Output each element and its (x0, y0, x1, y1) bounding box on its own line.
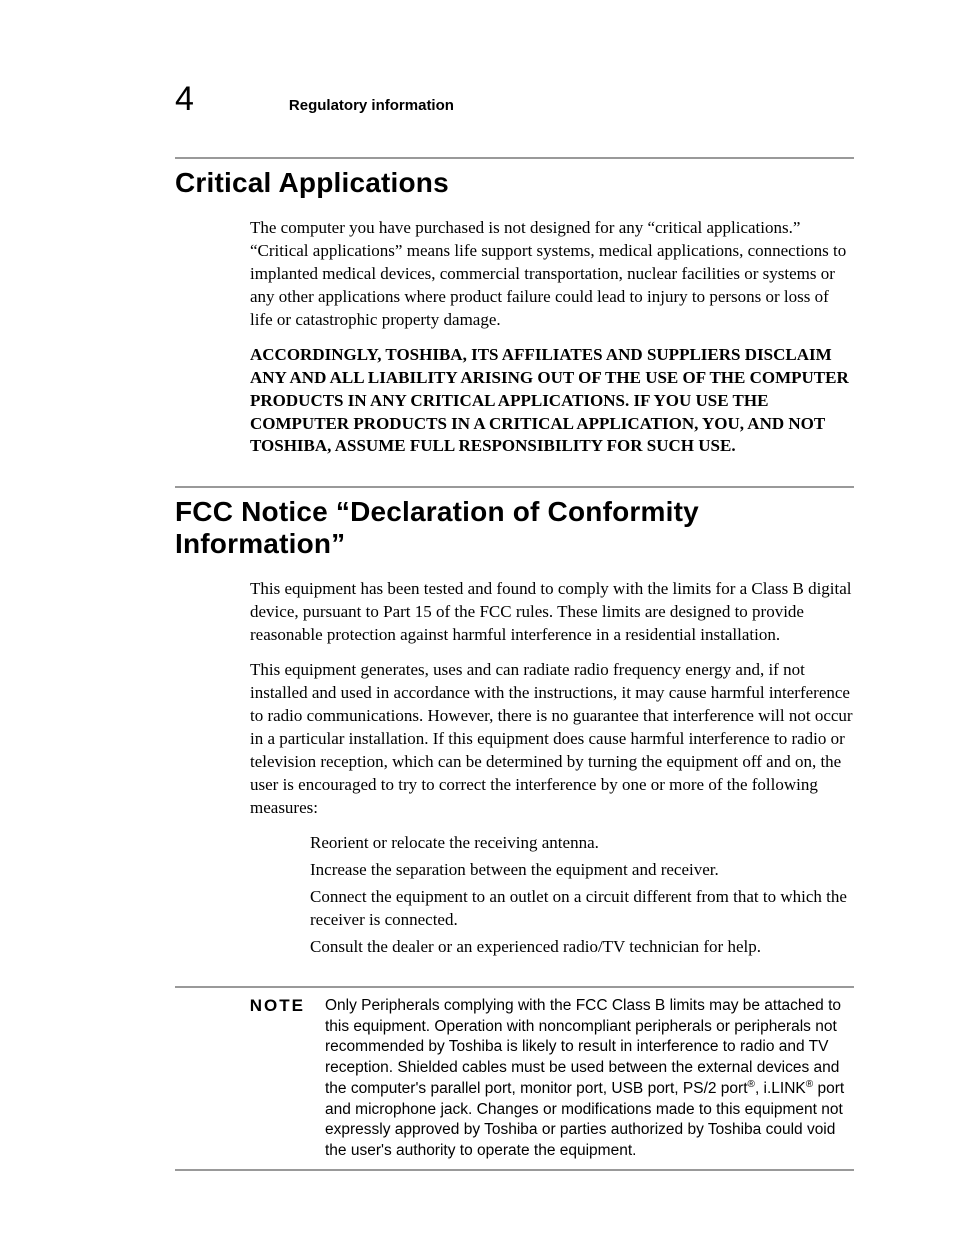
list-item: Reorient or relocate the receiving anten… (310, 832, 854, 855)
note-block: NOTE Only Peripherals complying with the… (175, 986, 854, 1171)
section-critical-applications: Critical Applications The computer you h… (175, 157, 854, 458)
paragraph-disclaimer: ACCORDINGLY, TOSHIBA, ITS AFFILIATES AND… (250, 344, 854, 459)
list-item: Connect the equipment to an outlet on a … (310, 886, 854, 932)
list-item: Consult the dealer or an experienced rad… (310, 936, 854, 959)
section-fcc-notice: FCC Notice “Declaration of Conformity In… (175, 486, 854, 958)
section-rule (175, 157, 854, 159)
paragraph: This equipment has been tested and found… (250, 578, 854, 647)
section-body: The computer you have purchased is not d… (250, 217, 854, 458)
note-label: NOTE (250, 996, 305, 1015)
note-label-wrap: NOTE (175, 996, 325, 1016)
section-title: FCC Notice “Declaration of Conformity In… (175, 496, 854, 560)
section-title: Critical Applications (175, 167, 854, 199)
page-header: 4 Regulatory information (175, 80, 854, 119)
section-rule (175, 486, 854, 488)
measures-list: Reorient or relocate the receiving anten… (310, 832, 854, 959)
note-text: Only Peripherals complying with the FCC … (325, 996, 854, 1161)
page: 4 Regulatory information Critical Applic… (0, 0, 954, 1231)
page-number: 4 (175, 80, 194, 119)
section-body: This equipment has been tested and found… (250, 578, 854, 958)
list-item: Increase the separation between the equi… (310, 859, 854, 882)
running-head: Regulatory information (289, 97, 454, 114)
paragraph: This equipment generates, uses and can r… (250, 659, 854, 820)
paragraph: The computer you have purchased is not d… (250, 217, 854, 332)
